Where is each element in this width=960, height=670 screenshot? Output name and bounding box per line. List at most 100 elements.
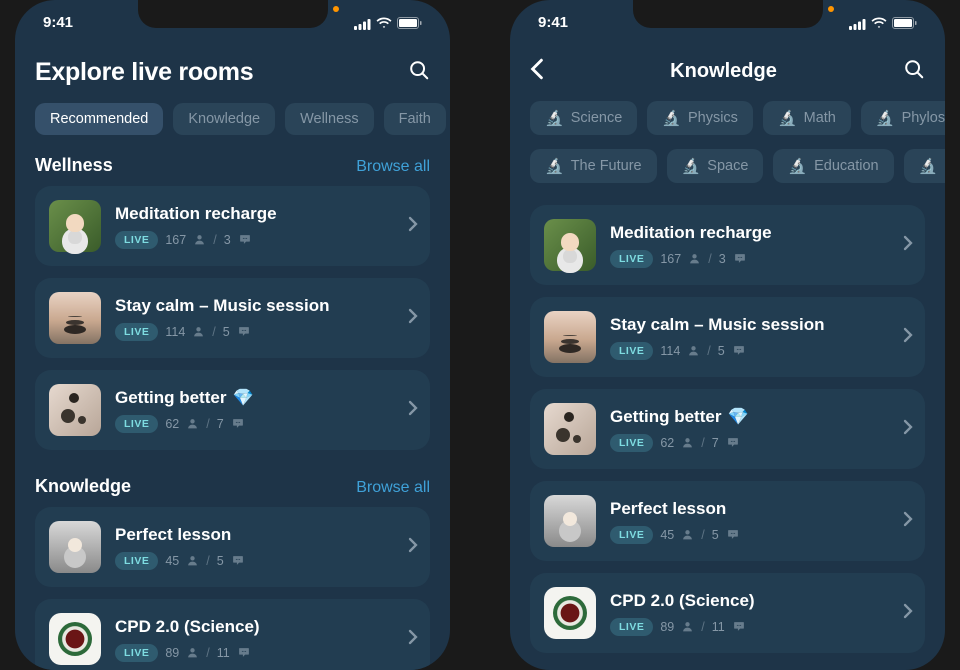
category-tabs: Recommended Knowledge Wellness Faith: [15, 103, 450, 149]
room-title: Getting better 💎: [115, 388, 394, 408]
topic-chip-education[interactable]: 🔬Education: [773, 149, 893, 183]
room-card[interactable]: Stay calm – Music session LIVE 114 / 5: [35, 278, 430, 358]
person-icon: [192, 325, 205, 338]
topic-chip-physics[interactable]: 🔬Physics: [647, 101, 753, 135]
live-badge: LIVE: [610, 618, 653, 636]
listener-count: 167: [660, 252, 681, 266]
room-card[interactable]: CPD 2.0 (Science) LIVE 89 / 11: [35, 599, 430, 670]
room-title: CPD 2.0 (Science): [610, 591, 889, 611]
topic-chip-math[interactable]: 🔬Math: [763, 101, 851, 135]
room-info: Perfect lesson LIVE 45 / 5: [115, 525, 394, 570]
comment-count: 5: [217, 554, 224, 568]
room-meta: LIVE 114 / 5: [115, 323, 394, 341]
notch-indicator-dot: [333, 6, 339, 12]
room-card[interactable]: Getting better 💎 LIVE 62 / 7: [530, 389, 925, 469]
room-card[interactable]: Perfect lesson LIVE 45 / 5: [530, 481, 925, 561]
chevron-right-icon: [408, 216, 418, 237]
live-badge: LIVE: [115, 552, 158, 570]
room-card[interactable]: Getting better 💎 LIVE 62 / 7: [35, 370, 430, 450]
listener-count: 62: [165, 417, 179, 431]
listener-count: 89: [660, 620, 674, 634]
status-indicators: [354, 16, 422, 28]
room-meta: LIVE 167 / 3: [610, 250, 889, 268]
topic-chip-space[interactable]: 🔬Space: [667, 149, 764, 183]
topic-chip-future[interactable]: 🔬The Future: [530, 149, 657, 183]
microscope-icon: 🔬: [876, 109, 895, 127]
person-icon: [681, 528, 694, 541]
listener-count: 167: [165, 233, 186, 247]
room-thumbnail: [49, 292, 101, 344]
room-meta: LIVE 167 / 3: [115, 231, 394, 249]
person-icon: [186, 646, 199, 659]
topic-chip-science[interactable]: 🔬Science: [530, 101, 637, 135]
chevron-left-icon: [530, 58, 544, 80]
topic-chip-biology[interactable]: 🔬Biology: [904, 149, 945, 183]
room-card[interactable]: CPD 2.0 (Science) LIVE 89 / 11: [530, 573, 925, 653]
content-scroll[interactable]: Meditation recharge LIVE 167 / 3 Stay ca…: [510, 205, 945, 670]
person-icon: [681, 620, 694, 633]
gem-icon: 💎: [232, 388, 253, 408]
comment-count: 7: [712, 436, 719, 450]
live-badge: LIVE: [115, 231, 158, 249]
comment-count: 11: [712, 620, 725, 634]
browse-all-link[interactable]: Browse all: [356, 479, 430, 497]
tab-wellness[interactable]: Wellness: [285, 103, 374, 135]
notch-indicator-dot: [828, 6, 834, 12]
chevron-right-icon: [903, 235, 913, 256]
chat-icon: [237, 325, 251, 338]
chevron-right-icon: [408, 537, 418, 558]
room-card[interactable]: Perfect lesson LIVE 45 / 5: [35, 507, 430, 587]
room-title: Stay calm – Music session: [610, 315, 889, 335]
room-info: CPD 2.0 (Science) LIVE 89 / 11: [115, 617, 394, 662]
comment-count: 11: [217, 646, 230, 660]
chat-icon: [726, 436, 740, 449]
search-button[interactable]: [408, 59, 430, 86]
microscope-icon: 🔬: [545, 157, 564, 175]
microscope-icon: 🔬: [788, 157, 807, 175]
battery-icon: [892, 16, 917, 28]
person-icon: [688, 252, 701, 265]
comment-count: 5: [718, 344, 725, 358]
room-thumbnail: [544, 495, 596, 547]
room-card[interactable]: Meditation recharge LIVE 167 / 3: [35, 186, 430, 266]
live-badge: LIVE: [115, 415, 158, 433]
room-card[interactable]: Stay calm – Music session LIVE 114 / 5: [530, 297, 925, 377]
topic-chip-phylosophy[interactable]: 🔬Phylosophy: [861, 101, 945, 135]
room-thumbnail: [544, 587, 596, 639]
chevron-right-icon: [903, 511, 913, 532]
search-icon: [408, 59, 430, 81]
content-scroll[interactable]: Wellness Browse all Meditation recharge …: [15, 149, 450, 670]
search-button[interactable]: [903, 58, 925, 85]
topic-row-1: 🔬Science 🔬Physics 🔬Math 🔬Phylosophy: [510, 101, 945, 149]
listener-count: 114: [165, 325, 185, 339]
chevron-right-icon: [408, 629, 418, 650]
wifi-icon: [871, 16, 887, 28]
app-header: Knowledge: [510, 44, 945, 101]
page-title: Knowledge: [544, 60, 903, 83]
room-meta: LIVE 45 / 5: [610, 526, 889, 544]
page-title: Explore live rooms: [35, 58, 253, 87]
live-badge: LIVE: [610, 342, 653, 360]
room-title: Getting better 💎: [610, 407, 889, 427]
tab-knowledge[interactable]: Knowledge: [173, 103, 275, 135]
room-list-knowledge: Perfect lesson LIVE 45 / 5 CPD 2.0 (Scie…: [15, 507, 450, 670]
room-title: Perfect lesson: [115, 525, 394, 545]
browse-all-link[interactable]: Browse all: [356, 158, 430, 176]
room-title: CPD 2.0 (Science): [115, 617, 394, 637]
room-thumbnail: [49, 521, 101, 573]
room-title: Meditation recharge: [610, 223, 889, 243]
topic-row-2: 🔬The Future 🔬Space 🔬Education 🔬Biology: [510, 149, 945, 205]
chevron-right-icon: [408, 308, 418, 329]
back-button[interactable]: [530, 58, 544, 85]
phone-knowledge: 9:41 Knowledge 🔬Science 🔬Physics 🔬Math 🔬…: [510, 0, 945, 670]
tab-recommended[interactable]: Recommended: [35, 103, 163, 135]
room-card[interactable]: Meditation recharge LIVE 167 / 3: [530, 205, 925, 285]
room-title: Perfect lesson: [610, 499, 889, 519]
room-thumbnail: [544, 403, 596, 455]
status-bar: 9:41: [510, 0, 945, 44]
tab-faith[interactable]: Faith: [384, 103, 446, 135]
chevron-right-icon: [903, 603, 913, 624]
room-title: Stay calm – Music session: [115, 296, 394, 316]
comment-count: 3: [224, 233, 231, 247]
chevron-right-icon: [903, 419, 913, 440]
